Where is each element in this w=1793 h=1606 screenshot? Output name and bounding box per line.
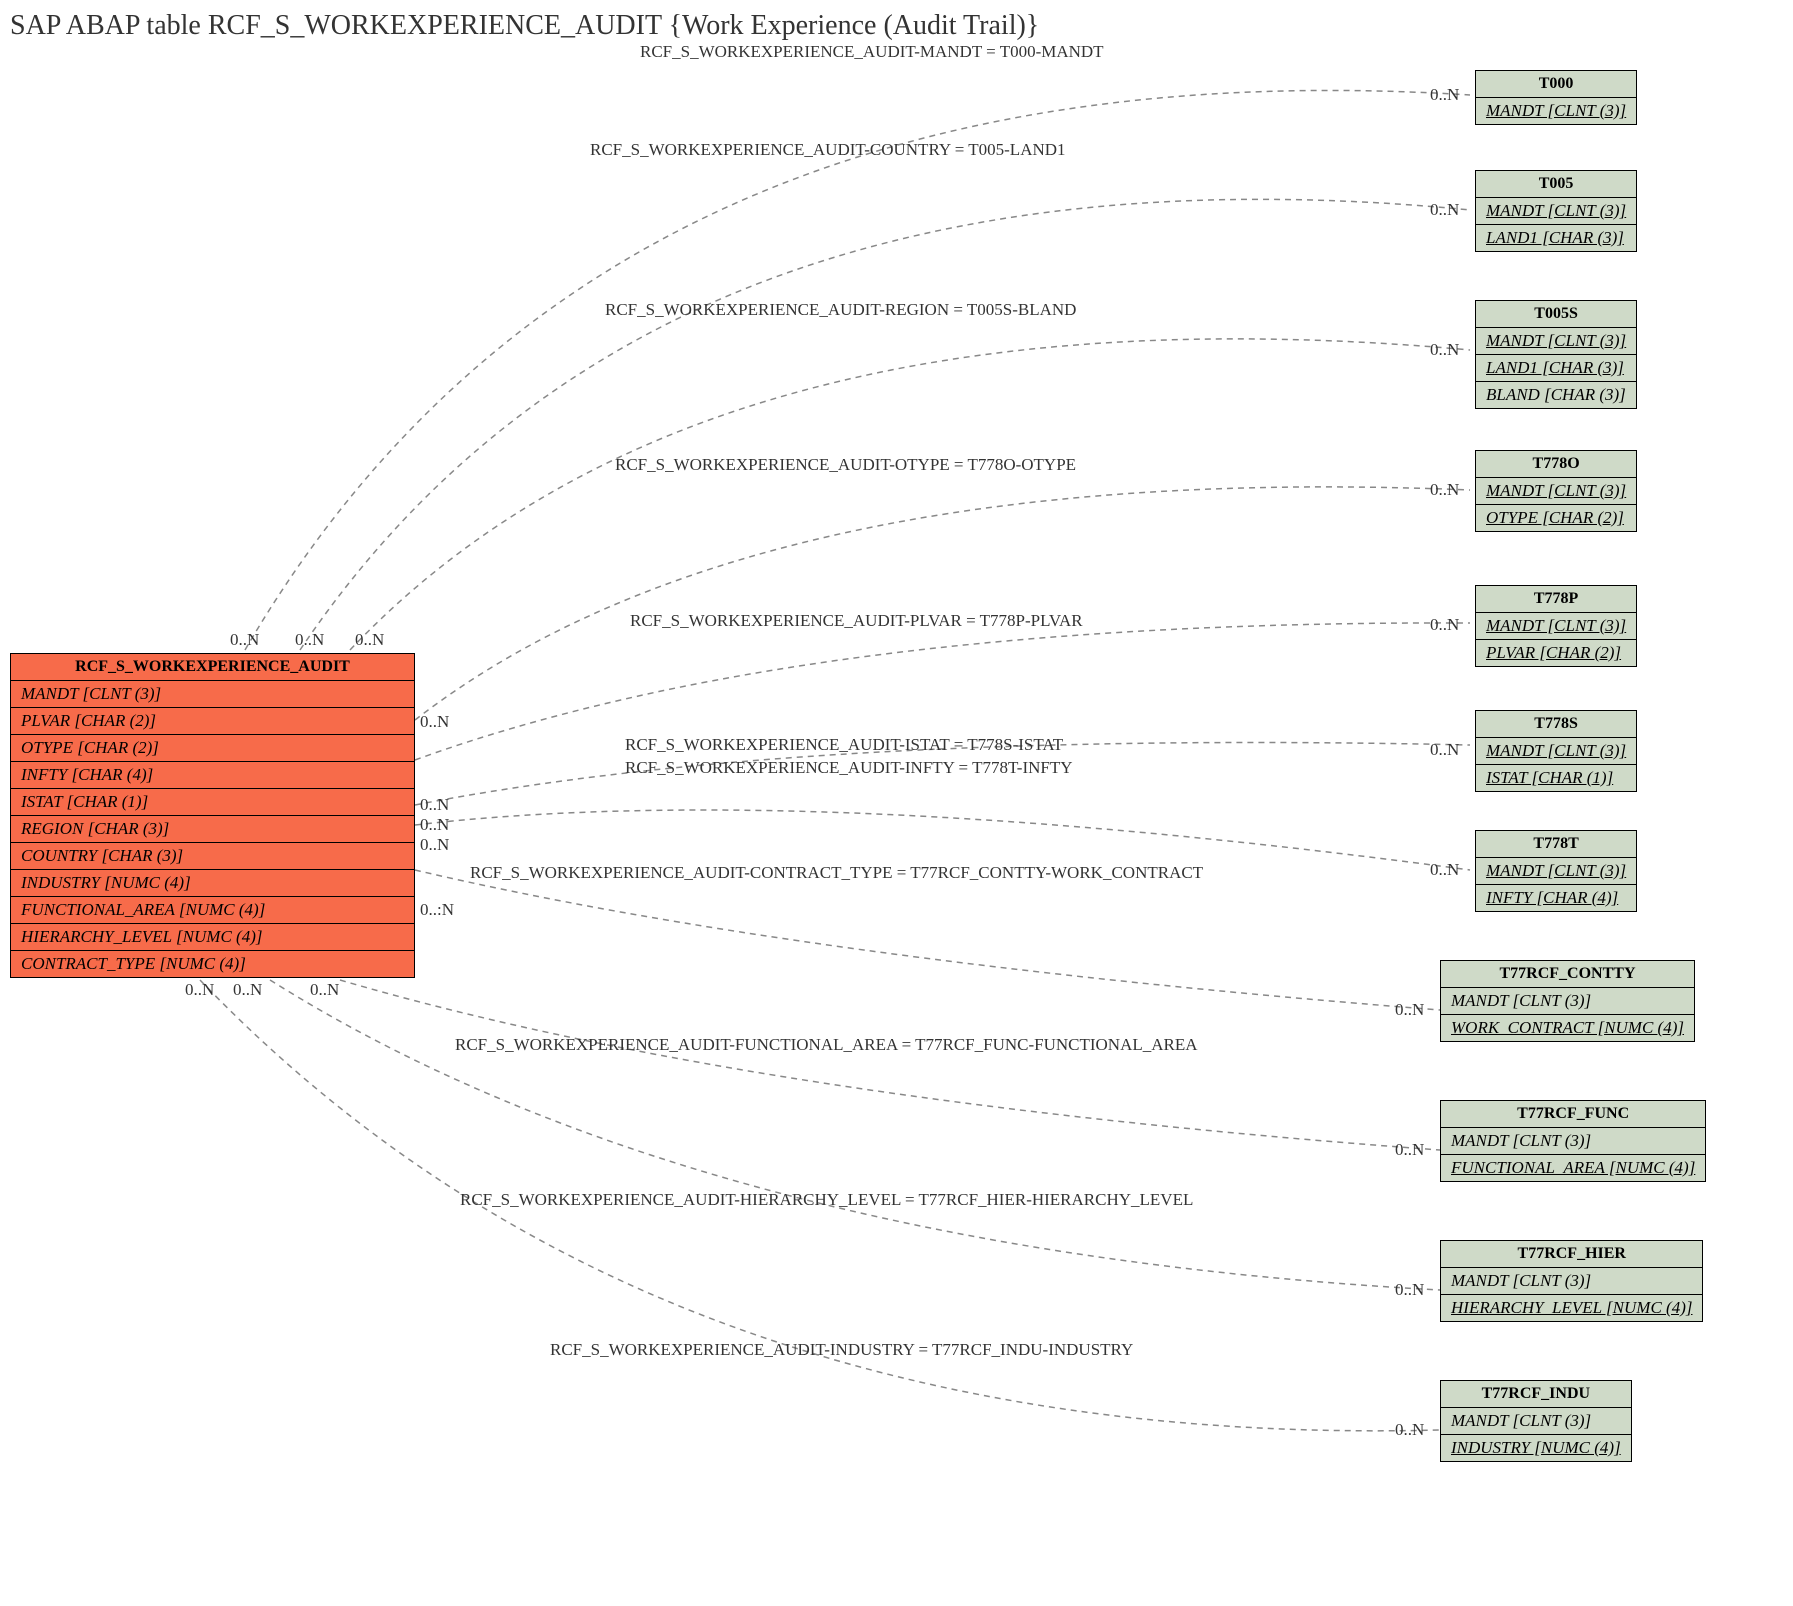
entity-t778p: T778P MANDT [CLNT (3)] PLVAR [CHAR (2)] bbox=[1475, 585, 1637, 667]
entity-field: MANDT [CLNT (3)] bbox=[1476, 858, 1636, 885]
entity-field: HIERARCHY_LEVEL [NUMC (4)] bbox=[1441, 1295, 1702, 1321]
entity-header: T005 bbox=[1476, 171, 1636, 198]
entity-main: RCF_S_WORKEXPERIENCE_AUDIT MANDT [CLNT (… bbox=[10, 653, 415, 978]
entity-field: INFTY [CHAR (4)] bbox=[1476, 885, 1636, 911]
cardinality-label: 0..N bbox=[233, 980, 262, 1000]
entity-t000: T000 MANDT [CLNT (3)] bbox=[1475, 70, 1637, 125]
entity-main-field: HIERARCHY_LEVEL [NUMC (4)] bbox=[11, 924, 414, 951]
entity-main-field: COUNTRY [CHAR (3)] bbox=[11, 843, 414, 870]
entity-main-field: PLVAR [CHAR (2)] bbox=[11, 708, 414, 735]
entity-main-field: CONTRACT_TYPE [NUMC (4)] bbox=[11, 951, 414, 977]
entity-header: T778S bbox=[1476, 711, 1636, 738]
relation-label: RCF_S_WORKEXPERIENCE_AUDIT-INDUSTRY = T7… bbox=[550, 1340, 1133, 1360]
entity-main-field: ISTAT [CHAR (1)] bbox=[11, 789, 414, 816]
cardinality-label: 0..N bbox=[1430, 740, 1459, 760]
cardinality-label: 0..N bbox=[355, 630, 384, 650]
entity-field: MANDT [CLNT (3)] bbox=[1476, 98, 1636, 124]
entity-field: MANDT [CLNT (3)] bbox=[1441, 1408, 1631, 1435]
relation-label: RCF_S_WORKEXPERIENCE_AUDIT-COUNTRY = T00… bbox=[590, 140, 1066, 160]
cardinality-label: 0..N bbox=[420, 835, 449, 855]
entity-t77rcf-hier: T77RCF_HIER MANDT [CLNT (3)] HIERARCHY_L… bbox=[1440, 1240, 1703, 1322]
cardinality-label: 0..N bbox=[310, 980, 339, 1000]
cardinality-label: 0..N bbox=[1430, 200, 1459, 220]
cardinality-label: 0..N bbox=[1395, 1140, 1424, 1160]
entity-field: MANDT [CLNT (3)] bbox=[1441, 1268, 1702, 1295]
cardinality-label: 0..:N bbox=[420, 900, 454, 920]
relation-label: RCF_S_WORKEXPERIENCE_AUDIT-INFTY = T778T… bbox=[625, 758, 1073, 778]
relation-label: RCF_S_WORKEXPERIENCE_AUDIT-OTYPE = T778O… bbox=[615, 455, 1076, 475]
entity-field: LAND1 [CHAR (3)] bbox=[1476, 225, 1636, 251]
entity-t778t: T778T MANDT [CLNT (3)] INFTY [CHAR (4)] bbox=[1475, 830, 1637, 912]
cardinality-label: 0..N bbox=[295, 630, 324, 650]
entity-field: MANDT [CLNT (3)] bbox=[1441, 988, 1694, 1015]
cardinality-label: 0..N bbox=[1430, 860, 1459, 880]
cardinality-label: 0..N bbox=[420, 712, 449, 732]
entity-main-field: INFTY [CHAR (4)] bbox=[11, 762, 414, 789]
relation-label: RCF_S_WORKEXPERIENCE_AUDIT-PLVAR = T778P… bbox=[630, 611, 1083, 631]
page-title: SAP ABAP table RCF_S_WORKEXPERIENCE_AUDI… bbox=[10, 10, 1039, 42]
relation-label: RCF_S_WORKEXPERIENCE_AUDIT-REGION = T005… bbox=[605, 300, 1076, 320]
entity-header: T77RCF_FUNC bbox=[1441, 1101, 1705, 1128]
cardinality-label: 0..N bbox=[1430, 85, 1459, 105]
entity-header: T778T bbox=[1476, 831, 1636, 858]
cardinality-label: 0..N bbox=[1395, 1000, 1424, 1020]
entity-t77rcf-contty: T77RCF_CONTTY MANDT [CLNT (3)] WORK_CONT… bbox=[1440, 960, 1695, 1042]
relation-label: RCF_S_WORKEXPERIENCE_AUDIT-FUNCTIONAL_AR… bbox=[455, 1035, 1198, 1055]
entity-field: MANDT [CLNT (3)] bbox=[1476, 328, 1636, 355]
entity-header: T000 bbox=[1476, 71, 1636, 98]
cardinality-label: 0..N bbox=[1395, 1280, 1424, 1300]
cardinality-label: 0..N bbox=[185, 980, 214, 1000]
entity-field: BLAND [CHAR (3)] bbox=[1476, 382, 1636, 408]
entity-t77rcf-indu: T77RCF_INDU MANDT [CLNT (3)] INDUSTRY [N… bbox=[1440, 1380, 1632, 1462]
cardinality-label: 0..N bbox=[420, 815, 449, 835]
entity-header: T005S bbox=[1476, 301, 1636, 328]
relation-label: RCF_S_WORKEXPERIENCE_AUDIT-CONTRACT_TYPE… bbox=[470, 863, 1203, 883]
entity-field: MANDT [CLNT (3)] bbox=[1476, 738, 1636, 765]
entity-field: MANDT [CLNT (3)] bbox=[1476, 198, 1636, 225]
entity-header: T77RCF_HIER bbox=[1441, 1241, 1702, 1268]
cardinality-label: 0..N bbox=[420, 795, 449, 815]
entity-field: LAND1 [CHAR (3)] bbox=[1476, 355, 1636, 382]
entity-field: INDUSTRY [NUMC (4)] bbox=[1441, 1435, 1631, 1461]
entity-header: T77RCF_CONTTY bbox=[1441, 961, 1694, 988]
entity-header: T77RCF_INDU bbox=[1441, 1381, 1631, 1408]
entity-t005s: T005S MANDT [CLNT (3)] LAND1 [CHAR (3)] … bbox=[1475, 300, 1637, 409]
entity-main-field: FUNCTIONAL_AREA [NUMC (4)] bbox=[11, 897, 414, 924]
entity-field: MANDT [CLNT (3)] bbox=[1476, 613, 1636, 640]
cardinality-label: 0..N bbox=[1430, 340, 1459, 360]
relation-label: RCF_S_WORKEXPERIENCE_AUDIT-MANDT = T000-… bbox=[640, 42, 1104, 62]
cardinality-label: 0..N bbox=[1395, 1420, 1424, 1440]
entity-main-field: INDUSTRY [NUMC (4)] bbox=[11, 870, 414, 897]
entity-main-field: REGION [CHAR (3)] bbox=[11, 816, 414, 843]
entity-field: PLVAR [CHAR (2)] bbox=[1476, 640, 1636, 666]
entity-field: FUNCTIONAL_AREA [NUMC (4)] bbox=[1441, 1155, 1705, 1181]
entity-header: T778O bbox=[1476, 451, 1636, 478]
entity-field: MANDT [CLNT (3)] bbox=[1441, 1128, 1705, 1155]
entity-field: OTYPE [CHAR (2)] bbox=[1476, 505, 1636, 531]
cardinality-label: 0..N bbox=[1430, 615, 1459, 635]
entity-field: WORK_CONTRACT [NUMC (4)] bbox=[1441, 1015, 1694, 1041]
entity-t005: T005 MANDT [CLNT (3)] LAND1 [CHAR (3)] bbox=[1475, 170, 1637, 252]
cardinality-label: 0..N bbox=[1430, 480, 1459, 500]
entity-main-field: OTYPE [CHAR (2)] bbox=[11, 735, 414, 762]
entity-header: T778P bbox=[1476, 586, 1636, 613]
entity-t778s: T778S MANDT [CLNT (3)] ISTAT [CHAR (1)] bbox=[1475, 710, 1637, 792]
entity-field: ISTAT [CHAR (1)] bbox=[1476, 765, 1636, 791]
relation-label: RCF_S_WORKEXPERIENCE_AUDIT-ISTAT = T778S… bbox=[625, 735, 1063, 755]
entity-t77rcf-func: T77RCF_FUNC MANDT [CLNT (3)] FUNCTIONAL_… bbox=[1440, 1100, 1706, 1182]
entity-main-field: MANDT [CLNT (3)] bbox=[11, 681, 414, 708]
relation-label: RCF_S_WORKEXPERIENCE_AUDIT-HIERARCHY_LEV… bbox=[460, 1190, 1193, 1210]
entity-field: MANDT [CLNT (3)] bbox=[1476, 478, 1636, 505]
cardinality-label: 0..N bbox=[230, 630, 259, 650]
entity-main-header: RCF_S_WORKEXPERIENCE_AUDIT bbox=[11, 654, 414, 681]
entity-t778o: T778O MANDT [CLNT (3)] OTYPE [CHAR (2)] bbox=[1475, 450, 1637, 532]
